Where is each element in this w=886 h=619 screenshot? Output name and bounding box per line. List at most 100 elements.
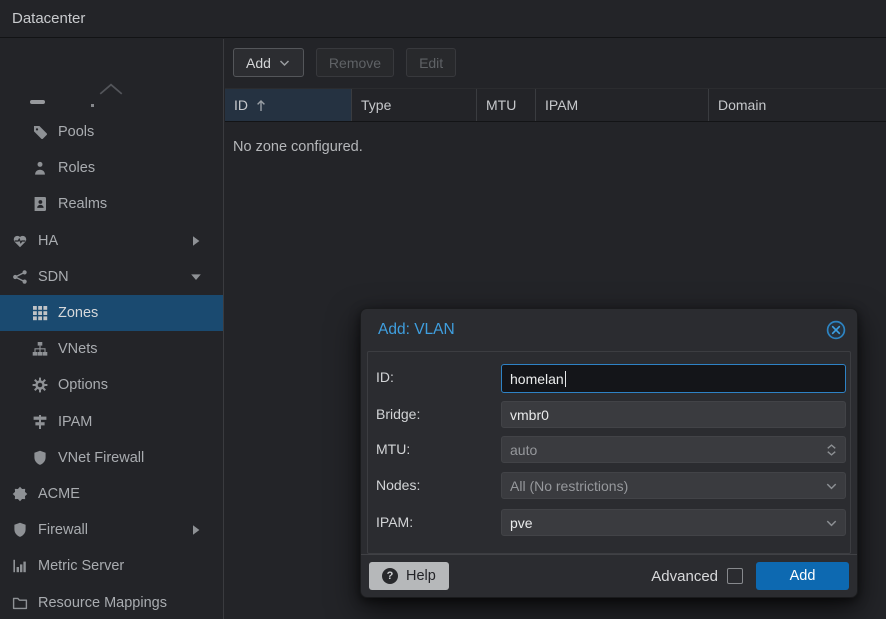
- tag-icon: [30, 124, 49, 140]
- sidebar-item-vnet-firewall[interactable]: VNet Firewall: [0, 440, 223, 476]
- help-button-label: Help: [406, 568, 436, 584]
- user-icon: [30, 160, 49, 176]
- sidebar-item-label: ACME: [38, 486, 80, 502]
- dialog-title: Add: VLAN: [378, 321, 455, 339]
- ipam-field-value: pve: [510, 515, 533, 531]
- shield-icon: [10, 522, 29, 538]
- column-label: MTU: [486, 97, 516, 113]
- scroll-up-indicator-icon[interactable]: [97, 82, 125, 101]
- nodes-field-row: Nodes: All (No restrictions): [368, 472, 850, 499]
- id-field-label: ID:: [376, 369, 394, 385]
- mtu-field-label: MTU:: [376, 441, 410, 457]
- shield-icon: [30, 450, 49, 466]
- add-button[interactable]: Add: [233, 48, 304, 77]
- network-icon: [10, 269, 29, 285]
- column-label: ID: [234, 97, 248, 113]
- sidebar-item-label: Firewall: [38, 522, 88, 538]
- mtu-field-input[interactable]: auto: [501, 436, 846, 463]
- add-submit-button[interactable]: Add: [756, 562, 849, 590]
- column-header-id[interactable]: ID: [225, 89, 352, 121]
- dialog-footer-right: Advanced Add: [651, 562, 849, 590]
- id-field-input[interactable]: homelan: [501, 364, 846, 393]
- bridge-field-row: Bridge: vmbr0: [368, 401, 850, 428]
- sidebar-item-clipped-fragment: [91, 104, 94, 107]
- sidebar-item-roles[interactable]: Roles: [0, 150, 223, 186]
- nodes-field-label: Nodes:: [376, 477, 420, 493]
- sidebar-item-label: Options: [58, 377, 108, 393]
- bridge-field-value: vmbr0: [510, 407, 549, 423]
- sidebar-item-sdn[interactable]: SDN: [0, 259, 223, 295]
- sidebar-item-zones[interactable]: Zones: [0, 295, 223, 331]
- chevron-down-icon[interactable]: [188, 269, 204, 285]
- button-label: Remove: [329, 55, 381, 71]
- sidebar-item-ipam[interactable]: IPAM: [0, 404, 223, 440]
- dropdown-chevron-icon[interactable]: [824, 478, 839, 493]
- ipam-field-input[interactable]: pve: [501, 509, 846, 536]
- signpost-icon: [30, 414, 49, 430]
- question-mark-icon: ?: [382, 568, 398, 584]
- add-vlan-dialog: Add: VLAN ID: homelan Bridge: vmbr0 MTU: auto…: [360, 308, 858, 598]
- help-button[interactable]: ? Help: [369, 562, 449, 590]
- toolbar: Add Remove Edit: [225, 39, 886, 88]
- spinner-icon[interactable]: [824, 442, 839, 458]
- folder-icon: [10, 595, 29, 611]
- sidebar-item-clipped: [30, 100, 45, 104]
- sidebar-item-label: Resource Mappings: [38, 595, 167, 611]
- address-book-icon: [30, 196, 49, 212]
- sidebar-item-ha[interactable]: HA: [0, 223, 223, 259]
- column-label: Domain: [718, 97, 766, 113]
- sort-ascending-icon: [255, 98, 267, 113]
- edit-button[interactable]: Edit: [406, 48, 456, 77]
- table-empty-message: No zone configured.: [233, 139, 363, 155]
- id-field-value: homelan: [510, 371, 564, 387]
- column-header-ipam[interactable]: IPAM: [536, 89, 709, 121]
- bridge-field-input[interactable]: vmbr0: [501, 401, 846, 428]
- sidebar-item-label: Realms: [58, 196, 107, 212]
- button-label: Edit: [419, 55, 443, 71]
- sidebar: Pools Roles Realms HA SDN Zones VNets Options IP…: [0, 39, 224, 619]
- dropdown-chevron-icon[interactable]: [824, 515, 839, 530]
- proxmox-datacenter-view: Datacenter Pools Roles Realms HA SDN Zones VNe…: [0, 0, 886, 619]
- column-header-type[interactable]: Type: [352, 89, 477, 121]
- sidebar-item-options[interactable]: Options: [0, 367, 223, 403]
- sitemap-icon: [30, 341, 49, 357]
- nodes-field-input[interactable]: All (No restrictions): [501, 472, 846, 499]
- button-label: Add: [246, 55, 271, 71]
- sidebar-item-firewall[interactable]: Firewall: [0, 512, 223, 548]
- grid-icon: [30, 305, 49, 321]
- ipam-field-row: IPAM: pve: [368, 509, 850, 536]
- sidebar-item-realms[interactable]: Realms: [0, 186, 223, 222]
- column-label: Type: [361, 97, 391, 113]
- sidebar-item-label: IPAM: [58, 414, 92, 430]
- advanced-label: Advanced: [651, 568, 718, 585]
- sidebar-item-label: VNets: [58, 341, 98, 357]
- sidebar-item-resource-mappings[interactable]: Resource Mappings: [0, 584, 223, 619]
- sidebar-item-label: Pools: [58, 124, 94, 140]
- chevron-right-icon[interactable]: [188, 522, 204, 538]
- page-title: Datacenter: [12, 10, 85, 27]
- ipam-field-label: IPAM:: [376, 514, 413, 530]
- sidebar-item-label: HA: [38, 233, 58, 249]
- seal-icon: [10, 486, 29, 502]
- dialog-footer: ? Help Advanced Add: [361, 554, 857, 597]
- sidebar-item-label: VNet Firewall: [58, 450, 144, 466]
- advanced-checkbox[interactable]: [727, 568, 743, 584]
- sidebar-item-label: Metric Server: [38, 558, 124, 574]
- sidebar-item-metric-server[interactable]: Metric Server: [0, 548, 223, 584]
- bar-chart-icon: [10, 558, 29, 574]
- sidebar-item-pools[interactable]: Pools: [0, 114, 223, 150]
- sidebar-item-label: Zones: [58, 305, 98, 321]
- column-header-mtu[interactable]: MTU: [477, 89, 536, 121]
- remove-button[interactable]: Remove: [316, 48, 394, 77]
- column-header-domain[interactable]: Domain: [709, 89, 886, 121]
- chevron-right-icon[interactable]: [188, 233, 204, 249]
- gear-icon: [30, 377, 49, 393]
- sidebar-item-vnets[interactable]: VNets: [0, 331, 223, 367]
- sidebar-item-acme[interactable]: ACME: [0, 476, 223, 512]
- mtu-field-row: MTU: auto: [368, 436, 850, 463]
- nodes-field-value: All (No restrictions): [510, 478, 628, 494]
- text-cursor: [565, 371, 567, 387]
- close-icon[interactable]: [826, 320, 846, 340]
- sidebar-item-label: Roles: [58, 160, 95, 176]
- bridge-field-label: Bridge:: [376, 406, 420, 422]
